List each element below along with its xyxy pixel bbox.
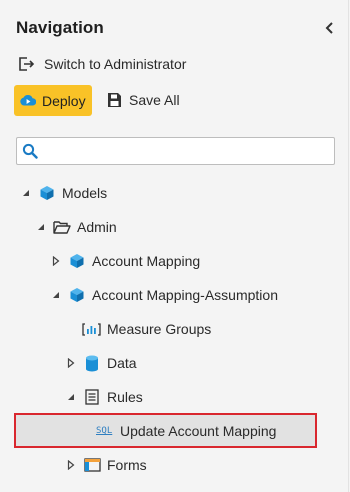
navigation-panel: Navigation Switch to Administrator Deplo… — [0, 0, 349, 492]
panel-title: Navigation — [16, 18, 104, 37]
deploy-icon — [20, 94, 36, 106]
sql-icon: SQL — [96, 426, 113, 436]
expanded-toggle-icon[interactable] — [21, 188, 31, 198]
cube-icon — [68, 252, 86, 270]
search-icon — [22, 143, 38, 159]
collapsed-toggle-icon[interactable] — [66, 460, 76, 470]
collapse-panel-button[interactable] — [322, 20, 338, 36]
switch-to-administrator-link[interactable]: Switch to Administrator — [18, 54, 186, 74]
tree-item-admin[interactable]: Admin — [36, 210, 117, 244]
collapsed-toggle-icon[interactable] — [51, 256, 61, 266]
cube-icon — [68, 286, 86, 304]
forms-icon — [83, 456, 101, 474]
deploy-button[interactable]: Deploy — [14, 85, 92, 116]
switch-user-icon — [19, 57, 35, 71]
folder-open-icon — [53, 218, 71, 236]
deploy-label: Deploy — [42, 92, 86, 109]
save-icon — [108, 93, 121, 107]
tree-item-label: Forms — [107, 457, 147, 473]
collapsed-toggle-icon[interactable] — [66, 358, 76, 368]
tree-item-label: Admin — [77, 219, 117, 235]
tree-item-forms[interactable]: Forms — [66, 448, 147, 482]
tree-item-label: Measure Groups — [107, 321, 212, 337]
tree-item-label: Account Mapping — [92, 253, 201, 269]
tree-item-account-mapping-assumption[interactable]: Account Mapping-Assumption — [51, 278, 278, 312]
search-box[interactable] — [16, 137, 335, 165]
tree-item-models[interactable]: Models — [21, 176, 107, 210]
database-icon — [83, 354, 101, 372]
tree-item-label: Rules — [107, 389, 143, 405]
tree-item-label: Update Account Mapping — [120, 423, 277, 439]
tree-item-update-account-mapping[interactable]: SQL Update Account Mapping — [96, 414, 276, 448]
tree-item-rules[interactable]: Rules — [66, 380, 143, 414]
tree-item-account-mapping[interactable]: Account Mapping — [51, 244, 200, 278]
expanded-toggle-icon[interactable] — [66, 392, 76, 402]
chevron-left-icon — [325, 22, 333, 34]
tree-item-data[interactable]: Data — [66, 346, 137, 380]
cube-icon — [38, 184, 56, 202]
tree-item-measure-groups[interactable]: Measure Groups — [81, 312, 211, 346]
expanded-toggle-icon[interactable] — [36, 222, 46, 232]
tree-item-label: Models — [62, 185, 108, 201]
tree-item-label: Account Mapping-Assumption — [92, 287, 278, 303]
search-input[interactable] — [42, 139, 334, 163]
rules-icon — [83, 388, 101, 406]
expanded-toggle-icon[interactable] — [51, 290, 61, 300]
panel-header: Navigation — [16, 16, 338, 40]
measure-groups-icon — [81, 320, 101, 338]
switch-label: Switch to Administrator — [44, 56, 187, 72]
save-all-button[interactable]: Save All — [106, 90, 180, 110]
tree-item-label: Data — [107, 355, 137, 371]
save-all-label: Save All — [129, 92, 180, 108]
